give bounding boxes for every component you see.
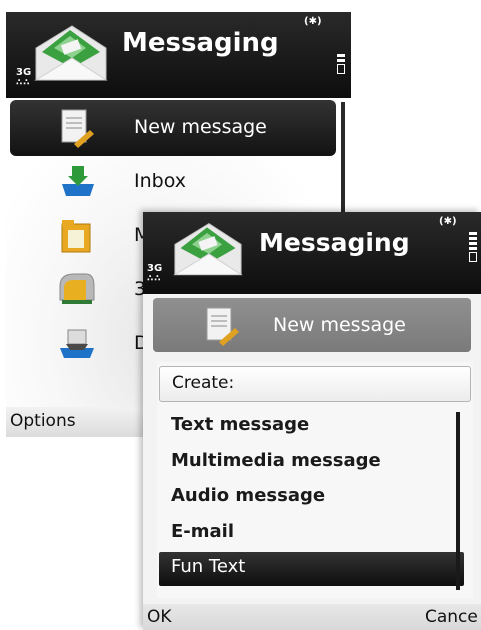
inbox-icon	[62, 166, 94, 196]
menu-item-text-message[interactable]: Text message	[159, 410, 464, 444]
menu-item-label: Text message	[171, 414, 310, 435]
ok-softkey[interactable]: OK	[147, 607, 172, 627]
menu-item-label: E-mail	[171, 521, 235, 542]
signal-dots-icon: ∴∴	[147, 274, 162, 284]
bluetooth-icon: (✱)	[439, 216, 457, 227]
title-bar: Messaging 3G ∴∴ (✱)	[143, 212, 481, 294]
options-softkey[interactable]: Options	[10, 411, 76, 431]
list-item-inbox[interactable]: Inbox	[6, 158, 351, 208]
cancel-softkey[interactable]: Cance	[425, 607, 478, 627]
messaging-envelope-icon	[34, 25, 108, 81]
menu-item-audio-message[interactable]: Audio message	[159, 481, 464, 515]
messaging-envelope-icon	[173, 223, 243, 276]
new-message-icon	[61, 109, 94, 148]
list-item-new-message[interactable]: New message	[10, 100, 336, 156]
new-message-header: New message	[153, 298, 471, 352]
menu-item-label: Audio message	[171, 485, 326, 506]
battery-icon	[337, 54, 345, 76]
battery-icon	[469, 232, 477, 264]
title-bar: Messaging 3G ∴∴ (✱)	[6, 12, 351, 98]
menu-item-label: Fun Text	[171, 556, 246, 577]
network-label: 3G	[147, 263, 163, 274]
new-message-icon	[206, 307, 239, 346]
messaging-screen-front: Messaging 3G ∴∴ (✱) New message Create: …	[143, 212, 481, 630]
create-heading-label: Create:	[172, 373, 235, 393]
list-item-label: Inbox	[134, 170, 186, 192]
create-heading: Create:	[159, 366, 471, 402]
network-indicator: 3G ∴∴	[147, 263, 163, 285]
bluetooth-icon: (✱)	[304, 16, 322, 27]
drafts-icon	[60, 329, 94, 358]
signal-dots-icon: ∴∴	[16, 78, 31, 88]
softkey-bar: OK Cance	[143, 604, 481, 630]
network-label: 3G	[16, 67, 32, 78]
app-title: Messaging	[259, 228, 410, 257]
list-item-label: New message	[134, 116, 267, 138]
mailbox-icon	[59, 273, 95, 304]
app-title: Messaging	[122, 28, 279, 58]
create-menu: Create: Text message Multimedia message …	[157, 362, 473, 598]
folder-icon	[61, 220, 91, 253]
network-indicator: 3G ∴∴	[16, 67, 32, 89]
menu-item-fun-text[interactable]: Fun Text	[159, 552, 464, 586]
new-message-label: New message	[273, 314, 406, 336]
menu-item-email[interactable]: E-mail	[159, 517, 464, 551]
menu-item-label: Multimedia message	[171, 450, 381, 471]
menu-item-multimedia-message[interactable]: Multimedia message	[159, 446, 464, 480]
scrollbar[interactable]	[456, 412, 460, 590]
